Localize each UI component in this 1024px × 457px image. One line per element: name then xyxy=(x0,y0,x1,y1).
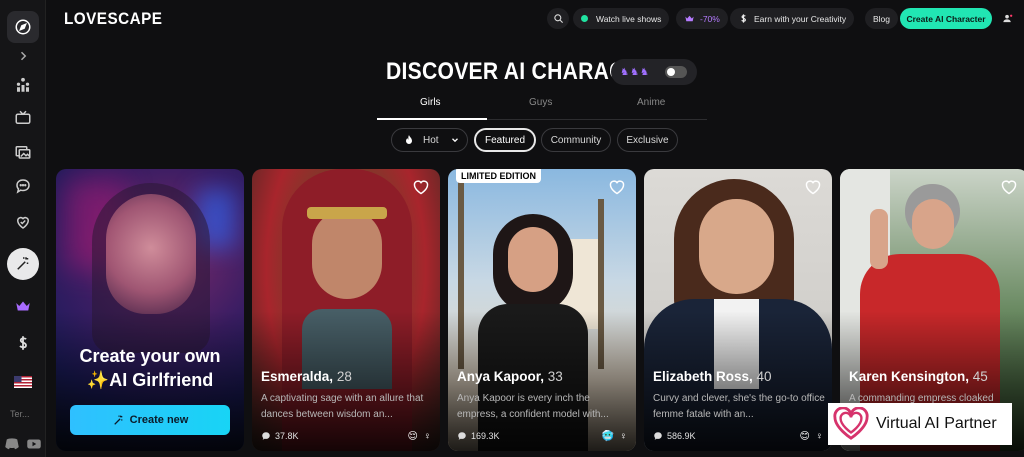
favorite-heart-icon[interactable] xyxy=(608,179,626,195)
character-age: 45 xyxy=(972,369,988,384)
fire-icon xyxy=(406,135,412,144)
active-tab-indicator xyxy=(377,118,487,120)
character-description: A captivating sage with an allure that d… xyxy=(261,393,424,420)
create-card-title: Create your own ✨AI Girlfriend xyxy=(56,344,244,392)
chat-bubble-icon xyxy=(262,432,270,440)
portrait-face xyxy=(106,194,196,314)
create-girlfriend-card[interactable]: Create your own ✨AI Girlfriend Create ne… xyxy=(56,169,244,451)
sidebar: Ter... xyxy=(0,0,46,457)
earn-button[interactable]: Earn with your Creativity xyxy=(730,8,855,29)
blog-label: Blog xyxy=(873,13,891,24)
chevron-down-icon xyxy=(451,138,458,143)
gender-icon: ♀ xyxy=(619,431,628,442)
gallery-icon[interactable] xyxy=(7,136,39,168)
character-age: 33 xyxy=(547,369,563,384)
create-card-line2: ✨AI Girlfriend xyxy=(86,370,214,390)
blur-toggle[interactable]: ♞♞♞ xyxy=(611,59,697,85)
gender-icon: ♀ xyxy=(423,431,432,442)
magic-wand-icon xyxy=(113,415,123,425)
chats-icon[interactable] xyxy=(7,170,39,202)
leaderboard-icon[interactable] xyxy=(7,69,39,101)
character-age: 28 xyxy=(336,369,352,384)
youtube-icon[interactable] xyxy=(24,434,44,454)
virtual-ai-partner-badge: Virtual AI Partner xyxy=(828,403,1012,445)
mood-emoji: 😌 xyxy=(407,431,418,442)
chat-count: 169.3K xyxy=(457,431,500,441)
dollar-icon[interactable] xyxy=(7,327,39,359)
create-ai-character-button[interactable]: Create AI Character xyxy=(900,8,992,29)
chat-count: 37.8K xyxy=(261,431,299,441)
sort-dropdown[interactable]: Hot xyxy=(391,128,468,152)
chip-community[interactable]: Community xyxy=(541,128,611,152)
tab-girls[interactable]: Girls xyxy=(420,97,441,108)
character-description: Anya Kapoor is every inch the empress, a… xyxy=(457,393,609,420)
partner-label: Virtual AI Partner xyxy=(876,415,997,432)
promo-button[interactable]: -70% xyxy=(676,8,728,29)
magic-wand-icon[interactable] xyxy=(7,248,39,280)
watch-live-button[interactable]: Watch live shows xyxy=(573,8,670,29)
us-flag-icon[interactable] xyxy=(7,366,39,398)
character-age: 40 xyxy=(756,369,772,384)
create-card-line1: Create your own xyxy=(79,346,221,366)
crown-icon xyxy=(685,15,694,22)
tab-anime[interactable]: Anime xyxy=(637,97,665,108)
character-name: Anya Kapoor, 33 xyxy=(457,369,563,384)
character-tags: 🥶 ♀ xyxy=(601,431,627,442)
favorites-heart-icon[interactable] xyxy=(7,206,39,238)
create-new-label: Create new xyxy=(129,414,189,426)
character-tags: 😊 ♀ xyxy=(800,431,824,442)
search-icon xyxy=(553,14,563,24)
character-description: Curvy and clever, she's the go-to office… xyxy=(653,393,825,420)
user-icon xyxy=(1002,14,1012,23)
discord-icon[interactable] xyxy=(2,434,22,454)
sort-label: Hot xyxy=(423,134,439,146)
chat-count: 586.9K xyxy=(653,431,696,441)
character-name: Elizabeth Ross, 40 xyxy=(653,369,772,384)
limited-edition-badge: LIMITED EDITION xyxy=(456,169,541,183)
logo[interactable]: LOVESCAPE xyxy=(64,9,162,29)
terms-link[interactable]: Ter... xyxy=(10,409,30,419)
chip-exclusive[interactable]: Exclusive xyxy=(617,128,678,152)
search-button[interactable] xyxy=(547,8,569,29)
category-tabs: Girls Guys Anime xyxy=(377,92,707,120)
gender-icon: ♀ xyxy=(815,431,824,442)
character-name: Karen Kensington, 45 xyxy=(849,369,988,384)
earn-label: Earn with your Creativity xyxy=(754,13,847,24)
favorite-heart-icon[interactable] xyxy=(1000,179,1018,195)
character-tags: 😌 ♀ xyxy=(408,431,432,442)
chip-featured[interactable]: Featured xyxy=(474,128,536,152)
chat-bubble-icon xyxy=(654,432,662,440)
character-card-esmeralda[interactable]: Esmeralda, 28 A captivating sage with an… xyxy=(252,169,440,451)
live-tv-icon[interactable] xyxy=(7,102,39,134)
filter-mask-icon: ♞♞♞ xyxy=(620,66,650,78)
promo-label: -70% xyxy=(700,13,720,24)
create-new-button[interactable]: Create new xyxy=(70,405,230,435)
heart-logo-icon xyxy=(833,407,869,440)
app-root: Ter... LOVESCAPE Watch live shows -70% E… xyxy=(0,0,1024,457)
premium-crown-icon[interactable] xyxy=(7,290,39,322)
mood-emoji: 😊 xyxy=(799,431,810,442)
mood-emoji: 🥶 xyxy=(601,431,614,442)
favorite-heart-icon[interactable] xyxy=(804,179,822,195)
create-ai-character-label: Create AI Character xyxy=(906,13,986,24)
discover-compass-icon[interactable] xyxy=(7,11,39,43)
character-card-elizabeth-ross[interactable]: Elizabeth Ross, 40 Curvy and clever, she… xyxy=(644,169,832,451)
tab-guys[interactable]: Guys xyxy=(529,97,552,108)
dollar-icon xyxy=(741,14,746,23)
blog-link[interactable]: Blog xyxy=(865,8,899,29)
toggle-switch[interactable] xyxy=(665,66,687,78)
character-name: Esmeralda, 28 xyxy=(261,369,352,384)
character-card-anya-kapoor[interactable]: LIMITED EDITION Anya Kapoor, 33 Anya Kap… xyxy=(448,169,636,451)
expand-sidebar-chevron-icon[interactable] xyxy=(7,40,39,72)
live-dot-icon xyxy=(581,15,588,22)
profile-button[interactable] xyxy=(996,8,1018,29)
watch-live-label: Watch live shows xyxy=(596,13,662,24)
favorite-heart-icon[interactable] xyxy=(412,179,430,195)
chat-bubble-icon xyxy=(458,432,466,440)
